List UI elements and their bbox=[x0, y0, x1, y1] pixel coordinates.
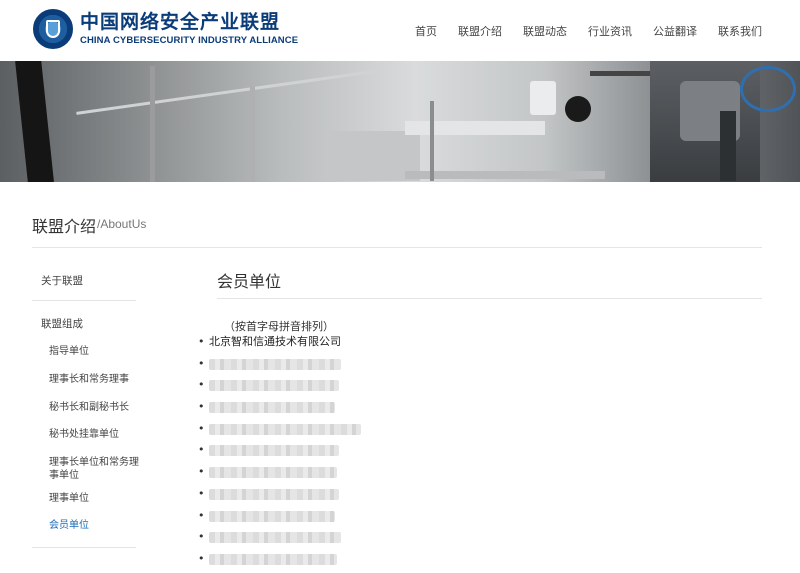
nav-news[interactable]: 联盟动态 bbox=[523, 23, 567, 39]
sidebar-divider bbox=[32, 300, 136, 301]
member-list: 北京智和信通技术有限公司 bbox=[198, 334, 361, 573]
member-item-redacted bbox=[198, 356, 341, 378]
nav-translation[interactable]: 公益翻译 bbox=[653, 23, 697, 39]
member-item: 北京智和信通技术有限公司 bbox=[198, 334, 341, 356]
sidebar-about[interactable]: 关于联盟 bbox=[41, 273, 83, 288]
nav-about[interactable]: 联盟介绍 bbox=[458, 23, 502, 39]
hero-banner-image bbox=[0, 61, 800, 182]
sidebar-item-secretariat[interactable]: 秘书处挂靠单位 bbox=[49, 428, 119, 441]
site-header: 中国网络安全产业联盟 CHINA CYBERSECURITY INDUSTRY … bbox=[0, 0, 800, 61]
sidebar-item-members[interactable]: 会员单位 bbox=[49, 519, 89, 532]
sort-note: （按首字母拼音排列） bbox=[224, 320, 334, 333]
sidebar-group-composition[interactable]: 联盟组成 bbox=[41, 318, 83, 331]
nav-home[interactable]: 首页 bbox=[415, 23, 437, 39]
member-item-redacted bbox=[198, 464, 341, 486]
section-divider bbox=[32, 247, 762, 248]
member-item-redacted bbox=[198, 399, 341, 421]
section-subtitle: /AboutUs bbox=[97, 217, 147, 231]
sidebar-item-guidance[interactable]: 指导单位 bbox=[49, 345, 89, 358]
member-item-redacted bbox=[198, 551, 341, 573]
logo-text: 中国网络安全产业联盟 CHINA CYBERSECURITY INDUSTRY … bbox=[80, 10, 299, 46]
sidebar-item-chairman-units[interactable]: 理事长单位和常务理事单位 bbox=[49, 456, 139, 482]
member-item-redacted bbox=[198, 421, 361, 443]
member-item-redacted bbox=[198, 529, 341, 551]
content-divider bbox=[217, 298, 762, 299]
content-title: 会员单位 bbox=[217, 272, 282, 291]
nav-contact[interactable]: 联系我们 bbox=[718, 23, 762, 39]
sidebar-item-council-units[interactable]: 理事单位 bbox=[49, 492, 89, 505]
main-nav: 首页 联盟介绍 联盟动态 行业资讯 公益翻译 联系我们 bbox=[394, 23, 762, 39]
sidebar-item-chairman[interactable]: 理事长和常务理事 bbox=[49, 373, 129, 386]
nav-industry[interactable]: 行业资讯 bbox=[588, 23, 632, 39]
logo-chinese-name: 中国网络安全产业联盟 bbox=[80, 10, 281, 33]
member-item-redacted bbox=[198, 377, 341, 399]
member-item-redacted bbox=[198, 442, 341, 464]
member-item-redacted bbox=[198, 486, 341, 508]
logo-english-name: CHINA CYBERSECURITY INDUSTRY ALLIANCE bbox=[80, 34, 299, 46]
sidebar-divider-bottom bbox=[32, 547, 136, 548]
sidebar-item-secretary[interactable]: 秘书长和副秘书长 bbox=[49, 401, 129, 414]
site-logo[interactable]: 中国网络安全产业联盟 CHINA CYBERSECURITY INDUSTRY … bbox=[33, 9, 298, 49]
section-title: 联盟介绍 bbox=[32, 217, 97, 236]
alliance-emblem-icon bbox=[33, 9, 73, 49]
member-item-redacted bbox=[198, 508, 341, 530]
